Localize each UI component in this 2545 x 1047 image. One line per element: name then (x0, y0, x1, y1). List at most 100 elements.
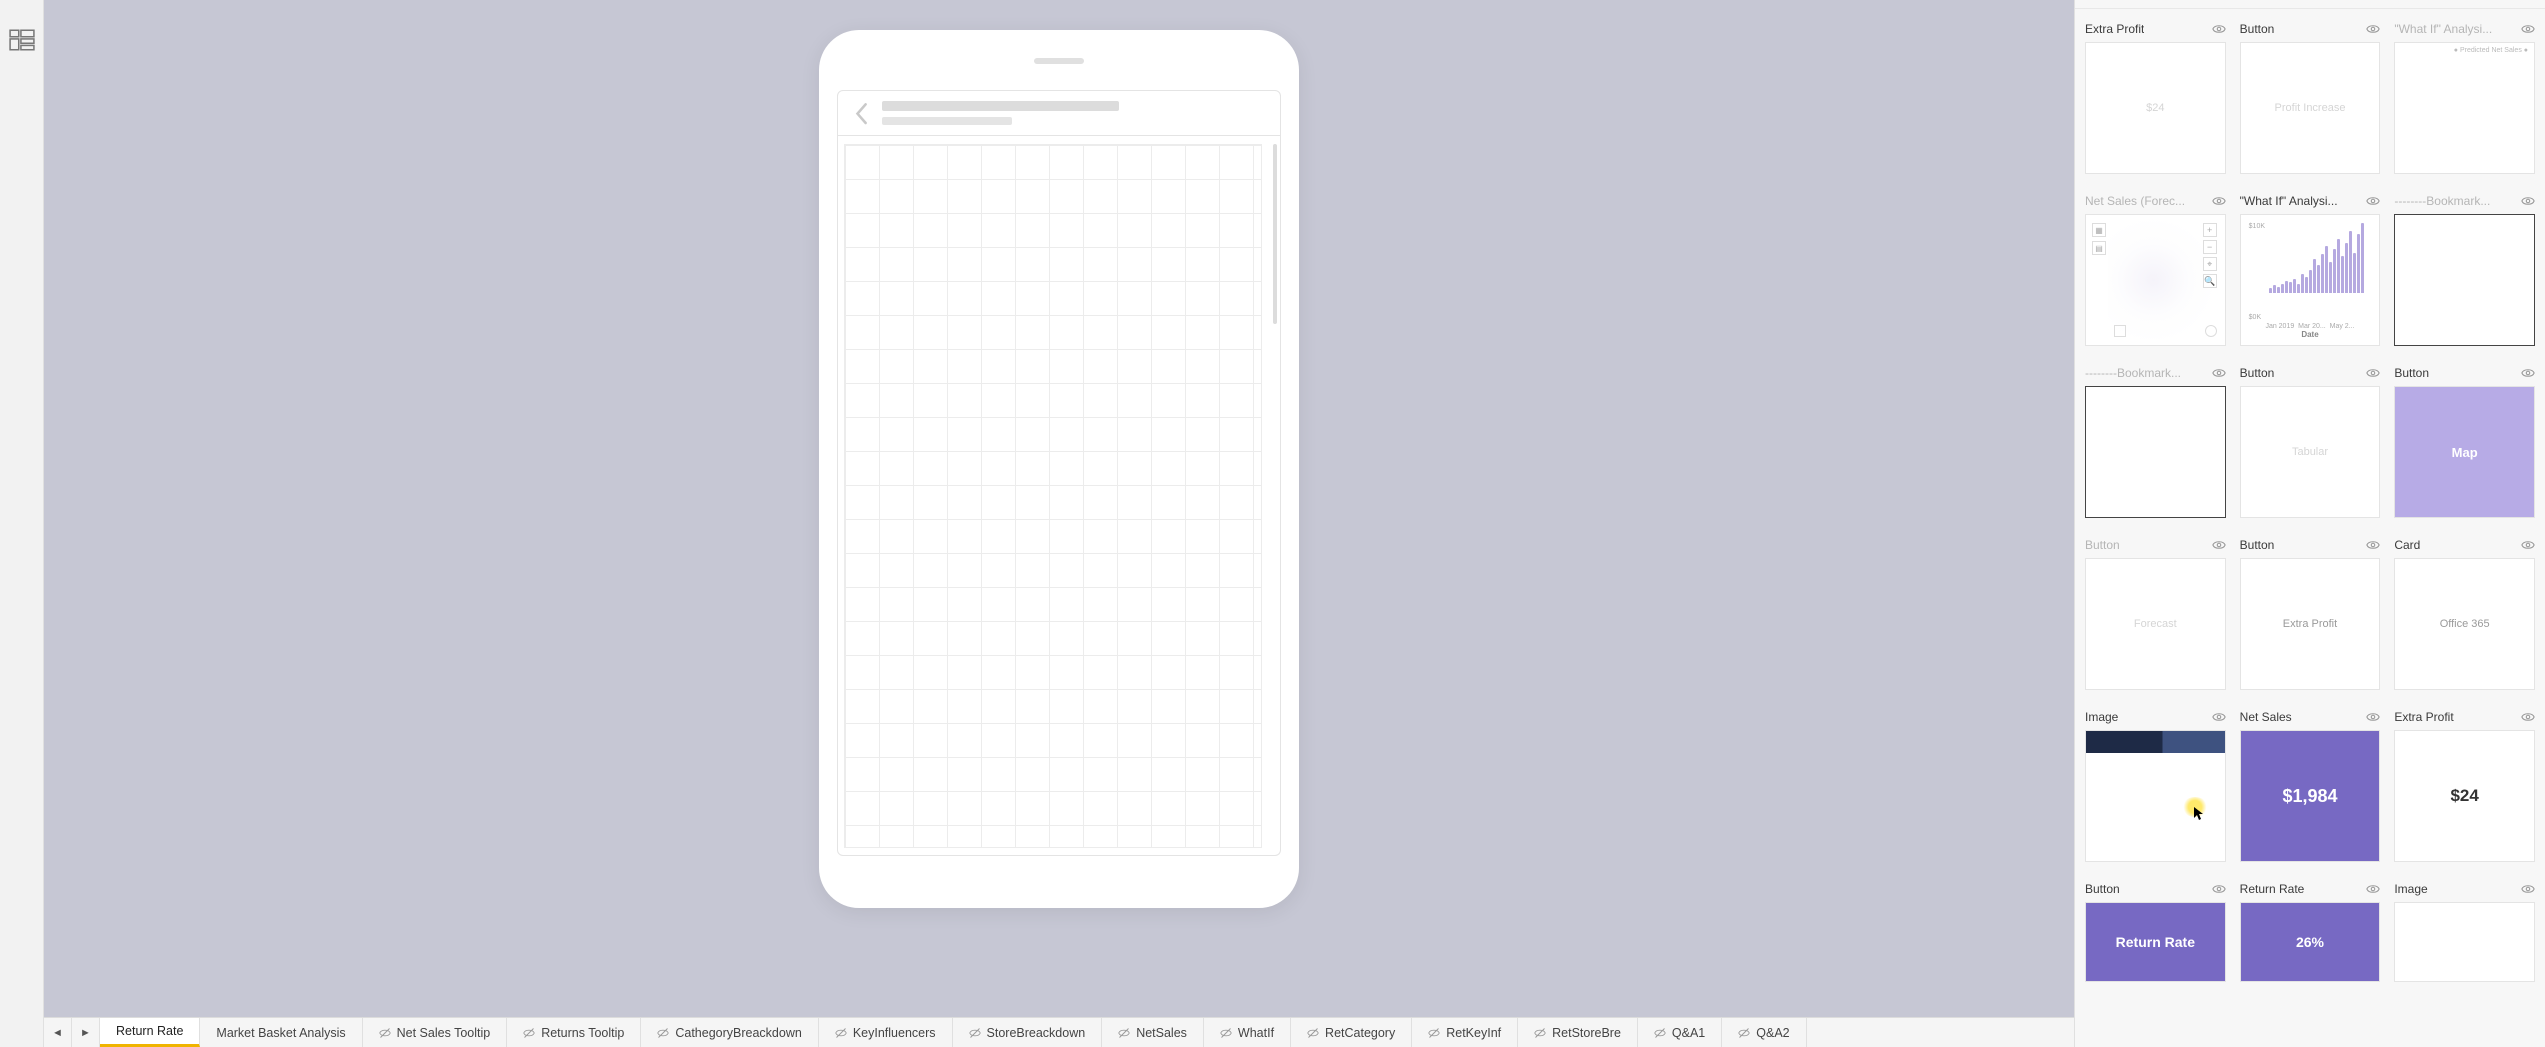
visibility-toggle-icon[interactable] (2521, 538, 2535, 552)
page-tab-label: StoreBreackdown (987, 1026, 1086, 1040)
visualization-title: Net Sales (Forec... (2085, 194, 2185, 208)
zoom-out-icon[interactable]: − (2203, 240, 2217, 254)
back-icon[interactable] (854, 102, 868, 124)
visibility-toggle-icon[interactable] (2521, 194, 2535, 208)
page-tab[interactable]: CathegoryBreackdown (641, 1018, 818, 1047)
visibility-toggle-icon[interactable] (2521, 366, 2535, 380)
map-info-icon[interactable] (2205, 325, 2217, 337)
visibility-toggle-icon[interactable] (2366, 882, 2380, 896)
map-thumb: ▦ ▤ + − ⌖ 🔍 (2090, 219, 2221, 341)
visibility-toggle-icon[interactable] (2212, 22, 2226, 36)
visibility-toggle-icon[interactable] (2366, 538, 2380, 552)
visibility-toggle-icon[interactable] (2366, 194, 2380, 208)
visualization-thumbnail[interactable]: Tabular (2240, 386, 2381, 518)
page-tab[interactable]: Q&A1 (1638, 1018, 1722, 1047)
visibility-toggle-icon[interactable] (2212, 366, 2226, 380)
thumb-text: Profit Increase (2275, 102, 2346, 114)
hidden-page-icon (1654, 1027, 1666, 1039)
page-tab[interactable]: Net Sales Tooltip (363, 1018, 508, 1047)
visualization-thumbnail[interactable]: Map (2394, 386, 2535, 518)
visualization-title: "What If" Analysi... (2394, 22, 2492, 36)
phone-speaker (1034, 58, 1084, 64)
visualization-thumbnail[interactable] (2394, 902, 2535, 982)
map-layers-icon[interactable]: ▦ (2092, 223, 2106, 237)
page-tab-label: WhatIf (1238, 1026, 1274, 1040)
tabs-prev-button[interactable]: ◄ (44, 1018, 72, 1047)
phone-header-placeholder (882, 101, 1264, 125)
page-tab-label: Q&A2 (1756, 1026, 1789, 1040)
visualization-thumbnail[interactable]: $24 (2085, 42, 2226, 174)
page-tab-label: RetStoreBre (1552, 1026, 1621, 1040)
visibility-toggle-icon[interactable] (2212, 194, 2226, 208)
visualization-cell: ButtonMap (2394, 364, 2535, 518)
thumb-text: $24 (2450, 786, 2478, 806)
page-tab[interactable]: WhatIf (1204, 1018, 1291, 1047)
left-rail (0, 0, 44, 1047)
visualization-thumbnail[interactable]: Office 365 (2394, 558, 2535, 690)
visualization-thumbnail[interactable]: Forecast (2085, 558, 2226, 690)
visualization-thumbnail[interactable]: Extra Profit (2240, 558, 2381, 690)
page-tab[interactable]: RetKeyInf (1412, 1018, 1518, 1047)
visualization-thumbnail[interactable]: $24 (2394, 730, 2535, 862)
map-filter-icon[interactable]: ▤ (2092, 241, 2106, 255)
visibility-toggle-icon[interactable] (2366, 366, 2380, 380)
page-tab[interactable]: KeyInfluencers (819, 1018, 953, 1047)
visibility-toggle-icon[interactable] (2521, 22, 2535, 36)
page-tab[interactable]: StoreBreackdown (953, 1018, 1103, 1047)
page-tab-label: Return Rate (116, 1024, 183, 1038)
visualization-thumbnail[interactable]: ▦ ▤ + − ⌖ 🔍 (2085, 214, 2226, 346)
page-tab-label: Market Basket Analysis (216, 1026, 345, 1040)
page-tab-label: RetKeyInf (1446, 1026, 1501, 1040)
page-tab[interactable]: Return Rate (100, 1018, 200, 1047)
page-tab-label: CathegoryBreackdown (675, 1026, 801, 1040)
visibility-toggle-icon[interactable] (2366, 710, 2380, 724)
visualizations-panel: Extra Profit$24ButtonProfit Increase"Wha… (2074, 0, 2545, 1047)
phone-layout-grid[interactable] (837, 136, 1281, 856)
page-tab[interactable]: RetStoreBre (1518, 1018, 1638, 1047)
visualization-thumbnail[interactable]: Return Rate (2085, 902, 2226, 982)
zoom-in-icon[interactable]: + (2203, 223, 2217, 237)
page-tab[interactable]: RetCategory (1291, 1018, 1412, 1047)
visualization-thumbnail[interactable]: 26% (2240, 902, 2381, 982)
hidden-page-icon (1534, 1027, 1546, 1039)
visibility-toggle-icon[interactable] (2521, 882, 2535, 896)
visualization-cell: Net Sales (Forec... ▦ ▤ + − ⌖ 🔍 (2085, 192, 2226, 346)
visualization-title: Button (2240, 366, 2275, 380)
visibility-toggle-icon[interactable] (2212, 538, 2226, 552)
visualization-cell: ButtonReturn Rate (2085, 880, 2226, 982)
page-tab[interactable]: Q&A2 (1722, 1018, 1806, 1047)
visualization-thumbnail[interactable]: Profit Increase (2240, 42, 2381, 174)
visibility-toggle-icon[interactable] (2366, 22, 2380, 36)
thumb-text: $24 (2146, 102, 2164, 114)
visualization-title: Button (2085, 538, 2120, 552)
visualization-title: --------Bookmark... (2394, 194, 2490, 208)
hidden-page-icon (657, 1027, 669, 1039)
visibility-toggle-icon[interactable] (2212, 882, 2226, 896)
visualization-title: Net Sales (2240, 710, 2292, 724)
search-icon[interactable]: 🔍 (2203, 274, 2217, 288)
visualization-thumbnail[interactable] (2085, 730, 2226, 862)
hidden-page-icon (1738, 1027, 1750, 1039)
visualization-cell: Image (2085, 708, 2226, 862)
locate-icon[interactable]: ⌖ (2203, 257, 2217, 271)
map-reset-icon[interactable] (2114, 325, 2126, 337)
visualization-thumbnail[interactable] (2085, 386, 2226, 518)
page-tab-label: RetCategory (1325, 1026, 1395, 1040)
visibility-toggle-icon[interactable] (2212, 710, 2226, 724)
visualization-thumbnail[interactable]: $1,984 (2240, 730, 2381, 862)
visibility-toggle-icon[interactable] (2521, 710, 2535, 724)
page-tab[interactable]: NetSales (1102, 1018, 1204, 1047)
visualization-thumbnail[interactable]: $10K$0KJan 2019 Mar 20... May 2...Date (2240, 214, 2381, 346)
tabs-next-button[interactable]: ► (72, 1018, 100, 1047)
hidden-page-icon (1428, 1027, 1440, 1039)
page-tab[interactable]: Returns Tooltip (507, 1018, 641, 1047)
mobile-layout-icon[interactable] (8, 28, 36, 52)
visualization-cell: Extra Profit$24 (2085, 20, 2226, 174)
visualization-title: Button (2240, 22, 2275, 36)
scrollbar[interactable] (1273, 144, 1277, 324)
page-tab-label: KeyInfluencers (853, 1026, 936, 1040)
page-tab[interactable]: Market Basket Analysis (200, 1018, 362, 1047)
visualization-thumbnail[interactable]: ● Predicted Net Sales ● (2394, 42, 2535, 174)
visualization-thumbnail[interactable] (2394, 214, 2535, 346)
hidden-page-icon (969, 1027, 981, 1039)
